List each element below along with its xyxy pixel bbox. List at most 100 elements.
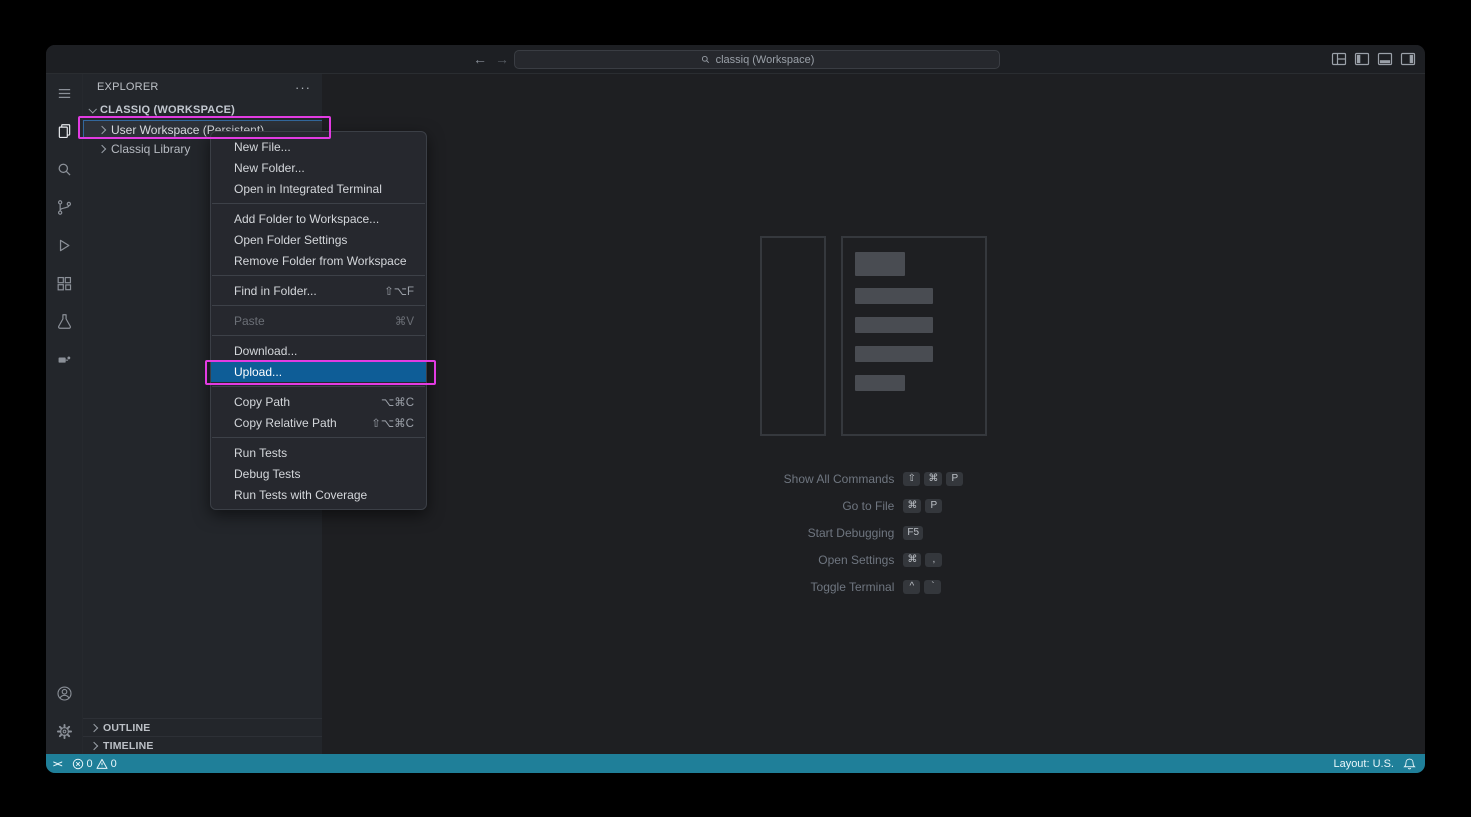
menu-item-download[interactable]: Download... xyxy=(211,340,426,361)
toggle-primary-sidebar-icon[interactable] xyxy=(1353,51,1370,67)
panel-label: TIMELINE xyxy=(103,739,154,752)
menu-item-paste: Paste ⌘V xyxy=(211,310,426,331)
illustration-bar xyxy=(855,317,933,333)
editor-area: Show All Commands ⇧ ⌘ P Go to File ⌘ P S… xyxy=(322,74,1425,754)
menu-item-label: Paste xyxy=(234,313,265,328)
shortcut-label: Show All Commands xyxy=(783,472,895,486)
remote-indicator-icon[interactable]: >< xyxy=(53,759,62,769)
key-comma: , xyxy=(925,553,943,567)
menu-item-copy-path[interactable]: Copy Path ⌥⌘C xyxy=(211,391,426,412)
menu-item-label: New File... xyxy=(234,139,291,154)
menu-item-label: Download... xyxy=(234,343,298,358)
watermark-shortcuts: Show All Commands ⇧ ⌘ P Go to File ⌘ P S… xyxy=(784,472,964,594)
customize-layout-icon[interactable] xyxy=(1330,51,1347,67)
source-control-button[interactable] xyxy=(46,188,82,226)
beaker-icon xyxy=(57,313,71,329)
chevron-down-icon xyxy=(88,105,97,114)
title-bar: ← → classiq (Workspace) xyxy=(46,45,1425,74)
menu-item-upload[interactable]: Upload... xyxy=(211,361,426,382)
illustration-bar xyxy=(855,346,933,362)
shortcut-keys: ⇧ ⌘ P xyxy=(903,472,964,486)
vscode-window: ← → classiq (Workspace) EXPLORER ··· CLA… xyxy=(46,45,1425,773)
shortcut-label: Go to File xyxy=(842,499,895,513)
key-backtick: ` xyxy=(924,580,942,594)
menu-item-label: Open in Integrated Terminal xyxy=(234,181,382,196)
menu-item-label: Upload... xyxy=(234,364,283,379)
search-button[interactable] xyxy=(46,150,82,188)
more-actions-icon[interactable]: ··· xyxy=(295,80,311,95)
toggle-panel-icon[interactable] xyxy=(1376,51,1393,67)
menu-item-new-folder[interactable]: New Folder... xyxy=(211,157,426,178)
menu-item-label: Remove Folder from Workspace xyxy=(234,253,407,268)
illustration-bar xyxy=(855,375,905,391)
menu-item-label: Copy Relative Path xyxy=(234,415,337,430)
menu-item-open-in-terminal[interactable]: Open in Integrated Terminal xyxy=(211,178,426,199)
forward-icon[interactable]: → xyxy=(492,45,512,73)
shortcut-keys: ⌘ , xyxy=(903,553,963,567)
outline-section[interactable]: OUTLINE xyxy=(83,718,323,736)
hamburger-icon xyxy=(58,88,70,98)
menu-item-label: Run Tests xyxy=(234,445,288,460)
git-branch-icon xyxy=(57,199,71,215)
status-bar: >< 0 0 Layout: U.S. xyxy=(46,754,1425,773)
shortcut-label: Toggle Terminal xyxy=(810,580,895,594)
tree-item-label: Classiq Library xyxy=(111,141,191,156)
gear-icon xyxy=(56,723,72,739)
warning-count: 0 xyxy=(110,757,117,770)
sidebar-header: EXPLORER ··· xyxy=(83,74,323,100)
menu-item-open-folder-settings[interactable]: Open Folder Settings xyxy=(211,229,426,250)
problems-indicator[interactable]: 0 0 xyxy=(72,758,117,770)
testing-button[interactable] xyxy=(46,302,82,340)
menu-item-label: Add Folder to Workspace... xyxy=(234,211,380,226)
key-shift: ⇧ xyxy=(903,472,921,486)
remote-explorer-button[interactable] xyxy=(46,340,82,378)
back-icon[interactable]: ← xyxy=(470,45,490,73)
bell-icon[interactable] xyxy=(1403,757,1416,770)
timeline-section[interactable]: TIMELINE xyxy=(83,736,323,754)
key-ctrl: ^ xyxy=(903,580,921,594)
chevron-right-icon xyxy=(89,741,99,750)
search-icon xyxy=(58,163,70,175)
menu-item-debug-tests[interactable]: Debug Tests xyxy=(211,463,426,484)
menu-item-run-tests-coverage[interactable]: Run Tests with Coverage xyxy=(211,484,426,505)
custom-extension-icon xyxy=(58,355,70,363)
workspace-section-header[interactable]: CLASSIQ (WORKSPACE) xyxy=(83,100,323,120)
shortcut-label: Open Settings xyxy=(818,553,895,567)
menu-separator xyxy=(212,437,425,438)
shortcut-keys: ⌘ P xyxy=(903,499,963,513)
explorer-button[interactable] xyxy=(46,112,82,150)
toggle-secondary-sidebar-icon[interactable] xyxy=(1399,51,1416,67)
menu-button[interactable] xyxy=(46,74,82,112)
menu-item-remove-folder[interactable]: Remove Folder from Workspace xyxy=(211,250,426,271)
illustration-sidebar-box xyxy=(760,236,826,436)
shortcut-keys: F5 xyxy=(903,526,963,540)
menu-separator xyxy=(212,275,425,276)
extensions-button[interactable] xyxy=(46,264,82,302)
account-button[interactable] xyxy=(46,674,82,712)
key-p: P xyxy=(946,472,964,486)
menu-separator xyxy=(212,386,425,387)
illustration-bar xyxy=(855,252,905,276)
extensions-icon xyxy=(57,276,71,290)
keyboard-layout-status[interactable]: Layout: U.S. xyxy=(1333,758,1394,770)
watermark-illustration xyxy=(760,236,987,436)
run-debug-button[interactable] xyxy=(46,226,82,264)
chevron-right-icon xyxy=(97,144,107,153)
menu-item-add-folder-to-workspace[interactable]: Add Folder to Workspace... xyxy=(211,208,426,229)
menu-separator xyxy=(212,305,425,306)
menu-item-copy-relative-path[interactable]: Copy Relative Path ⇧⌥⌘C xyxy=(211,412,426,433)
chevron-right-icon xyxy=(89,723,99,732)
menu-item-find-in-folder[interactable]: Find in Folder... ⇧⌥F xyxy=(211,280,426,301)
command-center-search[interactable]: classiq (Workspace) xyxy=(514,50,1000,69)
menu-item-run-tests[interactable]: Run Tests xyxy=(211,442,426,463)
shortcut-label: Start Debugging xyxy=(807,526,895,540)
key-cmd: ⌘ xyxy=(924,472,943,486)
settings-button[interactable] xyxy=(46,712,82,750)
error-icon xyxy=(72,758,83,769)
menu-item-new-file[interactable]: New File... xyxy=(211,136,426,157)
context-menu: New File... New Folder... Open in Integr… xyxy=(210,131,427,510)
menu-item-shortcut: ⇧⌥⌘C xyxy=(371,417,414,430)
play-debug-icon xyxy=(59,239,69,251)
key-f5: F5 xyxy=(903,526,924,540)
warning-icon xyxy=(96,758,108,769)
